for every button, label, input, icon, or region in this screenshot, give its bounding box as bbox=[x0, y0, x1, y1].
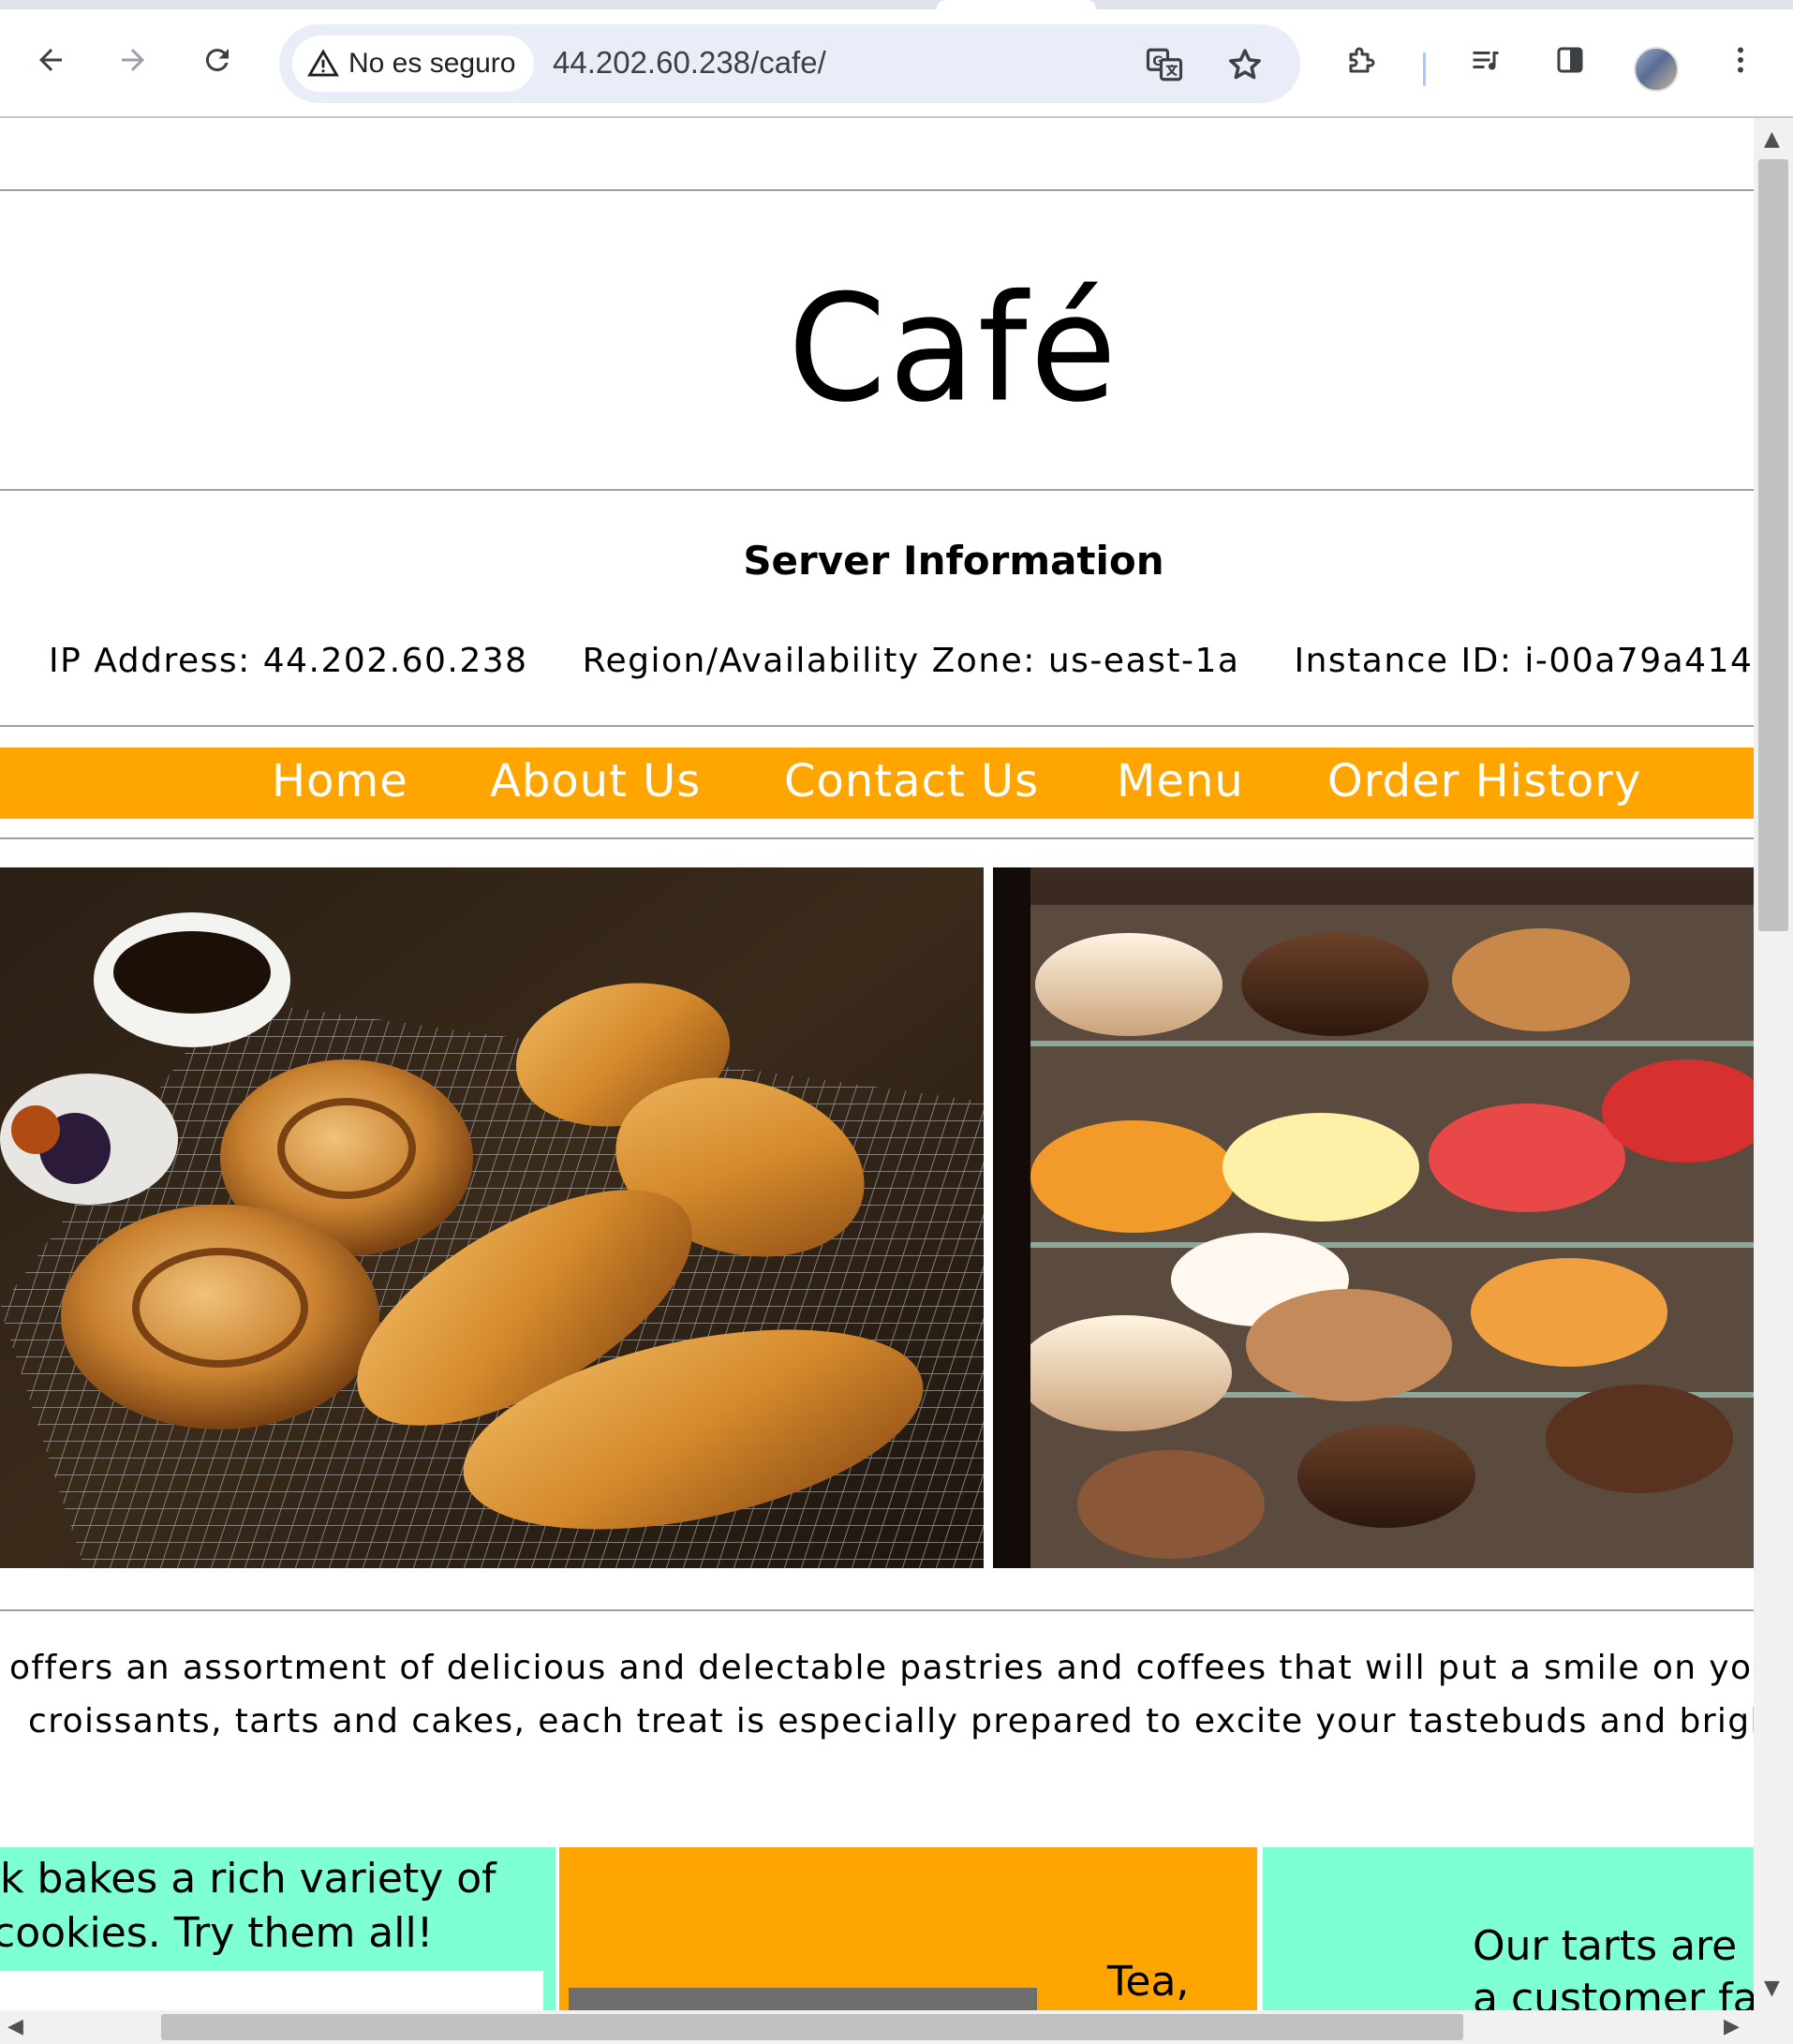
reload-icon[interactable] bbox=[199, 41, 236, 79]
translate-icon[interactable]: G bbox=[1145, 45, 1184, 84]
tea-card-image bbox=[569, 1988, 1037, 2010]
nav-order-history-link[interactable]: Order History bbox=[1327, 755, 1641, 807]
ip-address: IP Address: 44.202.60.238 bbox=[49, 642, 528, 680]
vertical-scroll-thumb[interactable] bbox=[1758, 159, 1788, 931]
address-bar[interactable]: No es seguro 44.202.60.238/cafe/ G bbox=[279, 24, 1300, 103]
horizontal-scrollbar[interactable]: ◀ ▶ bbox=[0, 2010, 1793, 2044]
tea-card: Tea, bbox=[559, 1847, 1257, 2010]
intro-line-2: croissants, tarts and cakes, each treat … bbox=[28, 1702, 1754, 1740]
divider bbox=[0, 725, 1754, 727]
main-nav: Home About Us Contact Us Menu Order Hist… bbox=[0, 748, 1754, 819]
divider bbox=[0, 489, 1754, 491]
divider bbox=[0, 1609, 1754, 1611]
active-tab[interactable] bbox=[937, 0, 1096, 9]
forward-arrow-icon[interactable] bbox=[114, 41, 152, 79]
cookies-card: k bakes a rich variety of cookies. Try t… bbox=[0, 1847, 556, 2010]
server-info-row: IP Address: 44.202.60.238 Region/Availabi… bbox=[49, 642, 1754, 680]
vertical-scrollbar[interactable]: ▲ ▼ bbox=[1754, 118, 1793, 2010]
server-info-heading: Server Information bbox=[743, 538, 1164, 584]
tarts-card-line-2: a customer fa bbox=[1473, 1975, 1754, 2010]
divider bbox=[0, 189, 1754, 191]
nav-menu-link[interactable]: Menu bbox=[1117, 755, 1244, 807]
tab-strip bbox=[0, 0, 1793, 9]
tarts-card-line-1: Our tarts are bbox=[1473, 1922, 1738, 1970]
page-viewport: Café Server Information IP Address: 44.2… bbox=[0, 118, 1754, 2010]
scroll-left-arrow-icon[interactable]: ◀ bbox=[7, 2017, 23, 2037]
horizontal-scroll-thumb[interactable] bbox=[161, 2014, 1463, 2040]
cafe-page: Café Server Information IP Address: 44.2… bbox=[0, 118, 1754, 2010]
bookmark-star-icon[interactable] bbox=[1225, 45, 1265, 84]
nav-contact-link[interactable]: Contact Us bbox=[784, 755, 1039, 807]
toolbar-separator bbox=[1423, 52, 1426, 86]
browser-toolbar: No es seguro 44.202.60.238/cafe/ G bbox=[0, 9, 1793, 118]
pastries-image bbox=[0, 867, 984, 1568]
tarts-card: Our tarts are a customer fa bbox=[1263, 1847, 1754, 2010]
scroll-down-arrow-icon[interactable]: ▼ bbox=[1764, 1978, 1780, 1999]
tea-card-text: Tea, bbox=[1107, 1958, 1190, 2006]
profile-avatar[interactable] bbox=[1634, 47, 1679, 92]
site-title: Café bbox=[788, 263, 1119, 436]
nav-home-link[interactable]: Home bbox=[272, 755, 408, 807]
scroll-up-arrow-icon[interactable]: ▲ bbox=[1764, 129, 1780, 150]
warning-icon bbox=[307, 49, 339, 77]
security-label: No es seguro bbox=[348, 48, 516, 79]
cakes-display-image bbox=[993, 867, 1754, 1568]
divider bbox=[0, 837, 1754, 839]
nav-about-link[interactable]: About Us bbox=[490, 755, 701, 807]
availability-zone: Region/Availability Zone: us-east-1a bbox=[582, 642, 1240, 680]
security-chip[interactable]: No es seguro bbox=[292, 36, 535, 92]
instance-id: Instance ID: i-00a79a414174 bbox=[1294, 642, 1754, 680]
back-arrow-icon[interactable] bbox=[32, 41, 69, 79]
media-queue-icon[interactable] bbox=[1467, 41, 1504, 79]
intro-line-1: offers an assortment of delicious and de… bbox=[9, 1649, 1754, 1687]
scroll-right-arrow-icon[interactable]: ▶ bbox=[1724, 2017, 1740, 2037]
cookies-card-line-2: cookies. Try them all! bbox=[0, 1909, 434, 1957]
cookies-card-line-1: k bakes a rich variety of bbox=[0, 1855, 496, 1903]
url-text[interactable]: 44.202.60.238/cafe/ bbox=[553, 45, 826, 81]
side-panel-icon[interactable] bbox=[1551, 41, 1589, 79]
cookies-card-image bbox=[0, 1971, 543, 2010]
kebab-menu-icon[interactable] bbox=[1722, 41, 1759, 79]
extensions-puzzle-icon[interactable] bbox=[1343, 41, 1381, 79]
